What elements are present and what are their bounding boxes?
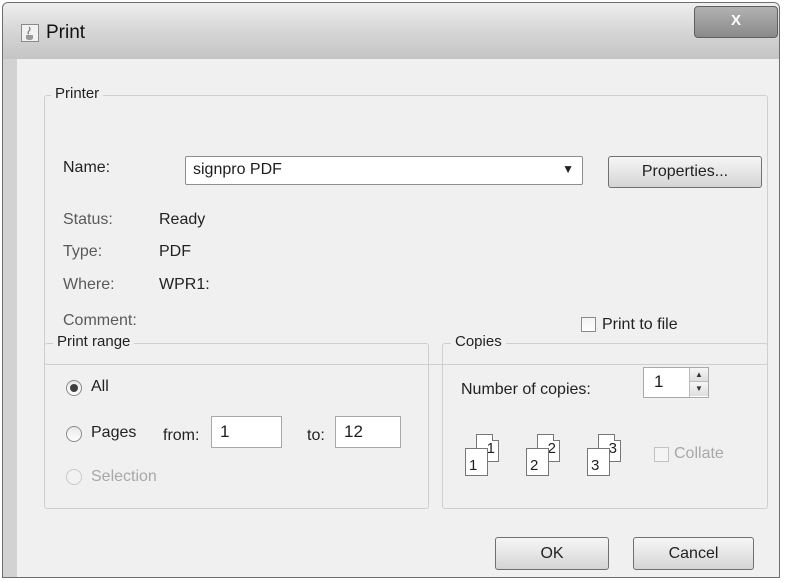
name-label: Name:	[63, 159, 111, 176]
java-cup-icon	[21, 24, 39, 42]
from-label: from:	[163, 427, 200, 444]
title-bar[interactable]: Print X	[3, 3, 779, 59]
to-field[interactable]: 12	[335, 416, 401, 448]
radio-selected-dot	[70, 384, 78, 392]
ok-button[interactable]: OK	[495, 537, 609, 570]
print-to-file-checkbox[interactable]	[581, 317, 596, 332]
page-icon-front-3: 3	[587, 448, 610, 476]
type-label: Type:	[63, 243, 103, 260]
collate-illustration: 1 1 2 2 3 3	[458, 434, 638, 484]
spinner-buttons: ▲ ▼	[689, 368, 708, 397]
where-value: WPR1:	[159, 276, 210, 293]
close-icon: X	[730, 12, 741, 29]
page-icon-front-1: 1	[465, 448, 488, 476]
page-icon-front-2: 2	[526, 448, 549, 476]
pages-radio[interactable]	[66, 426, 82, 442]
number-of-copies-label: Number of copies:	[461, 381, 591, 398]
print-dialog: Print X Printer Name: signpro PDF ▼ Prop…	[2, 2, 780, 578]
where-label: Where:	[63, 276, 115, 293]
selection-label: Selection	[91, 468, 157, 485]
printer-group: Printer Name: signpro PDF ▼ Properties..…	[44, 85, 768, 365]
to-label: to:	[307, 427, 325, 444]
cancel-button[interactable]: Cancel	[633, 537, 754, 570]
from-field[interactable]: 1	[211, 416, 282, 448]
selection-radio	[66, 469, 82, 485]
copies-group: Copies Number of copies:	[442, 333, 768, 509]
copies-value: 1	[654, 372, 664, 391]
printer-legend: Printer	[51, 85, 104, 102]
spin-up-icon[interactable]: ▲	[690, 368, 708, 382]
close-button[interactable]: X	[694, 6, 778, 38]
print-range-group: Print range All Pages from: 1 to: 12 Sel…	[44, 333, 429, 509]
comment-label: Comment:	[63, 312, 137, 329]
copies-legend: Copies	[451, 333, 506, 350]
copies-spinner[interactable]: 1 ▲ ▼	[643, 367, 709, 398]
collate-checkbox	[654, 447, 669, 462]
chevron-down-icon: ▼	[562, 162, 574, 176]
print-range-legend: Print range	[53, 333, 135, 350]
collate-label: Collate	[674, 445, 724, 462]
status-value: Ready	[159, 211, 206, 228]
spin-down-icon[interactable]: ▼	[690, 382, 708, 396]
print-to-file-label[interactable]: Print to file	[602, 316, 678, 334]
type-value: PDF	[159, 243, 191, 260]
dialog-title: Print	[46, 22, 86, 43]
all-label[interactable]: All	[91, 378, 109, 396]
dialog-body: Printer Name: signpro PDF ▼ Properties..…	[17, 59, 779, 577]
status-label: Status:	[63, 211, 113, 228]
pages-label[interactable]: Pages	[91, 424, 136, 442]
printer-name-select[interactable]: signpro PDF ▼	[185, 156, 583, 185]
properties-button[interactable]: Properties...	[608, 156, 762, 188]
all-radio[interactable]	[66, 380, 82, 396]
printer-name-value: signpro PDF	[193, 161, 282, 178]
